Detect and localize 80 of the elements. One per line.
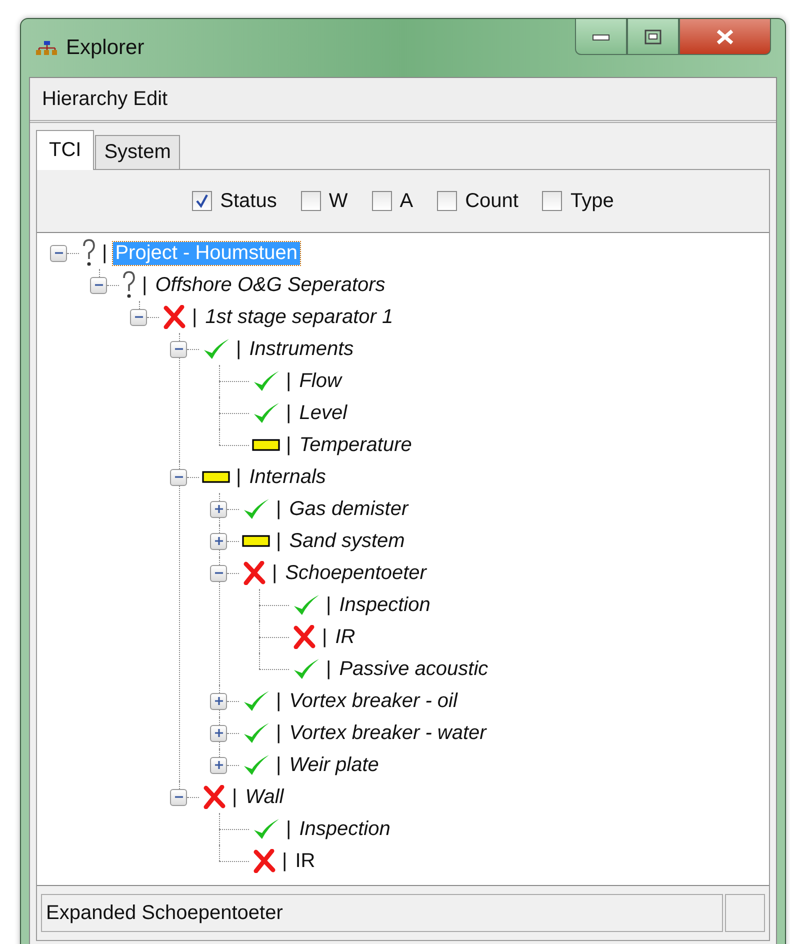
minimize-button[interactable] [575, 19, 627, 55]
separator-text: | [276, 754, 282, 776]
separator-text: | [192, 306, 198, 328]
separator-text: | [236, 338, 242, 360]
separator-text: | [286, 818, 292, 840]
tree-item[interactable]: IR [333, 626, 358, 648]
checkbox[interactable] [542, 191, 562, 211]
checkbox[interactable] [372, 191, 392, 211]
status-panel [725, 894, 765, 932]
tree-item[interactable]: Offshore O&G Seperators [153, 274, 388, 296]
checkbox-label: W [328, 190, 348, 212]
checkbox[interactable] [300, 191, 321, 211]
tree-item[interactable]: Internals [247, 466, 328, 488]
tree-item[interactable]: Inspection [297, 818, 392, 840]
separator-text: | [276, 722, 282, 744]
tree-item[interactable]: Sand system [287, 530, 407, 552]
tree-item[interactable]: Passive acoustic [337, 658, 490, 680]
tree-item[interactable]: Wall [243, 786, 286, 808]
checkbox-label: Count [465, 190, 518, 212]
tree-item[interactable]: Temperature [297, 434, 414, 456]
separator-text: | [322, 626, 328, 648]
close-button[interactable] [679, 19, 771, 55]
expand-toggle[interactable] [210, 500, 227, 518]
maximize-button[interactable] [627, 19, 679, 55]
checkbox-label: A [400, 190, 414, 212]
plus-icon [214, 696, 224, 706]
checkbox[interactable] [192, 191, 212, 211]
collapse-toggle[interactable] [170, 468, 187, 486]
separator-text: | [102, 242, 108, 264]
status-text: Expanded Schoepentoeter [41, 894, 723, 932]
collapse-toggle[interactable] [170, 340, 187, 358]
tree-item[interactable]: Vortex breaker - water [287, 722, 488, 744]
check-icon [195, 194, 210, 208]
collapse-toggle[interactable] [210, 564, 227, 582]
checkbox-label: Type [570, 190, 614, 212]
separator-text: | [276, 530, 282, 552]
plus-icon [214, 728, 224, 738]
collapse-toggle[interactable] [50, 244, 67, 262]
tree-item[interactable]: Inspection [337, 594, 432, 616]
plus-icon [214, 760, 224, 770]
window-title: Explorer [66, 36, 144, 60]
menu-item[interactable]: Hierarchy Edit [42, 88, 168, 110]
expand-toggle[interactable] [210, 756, 227, 774]
tree-item[interactable]: Gas demister [287, 498, 410, 520]
expand-toggle[interactable] [210, 692, 227, 710]
tree-item[interactable]: Weir plate [287, 754, 381, 776]
tree-item[interactable]: Level [297, 402, 350, 424]
plus-icon [214, 536, 224, 546]
plus-icon [214, 504, 224, 514]
collapse-toggle[interactable] [90, 276, 107, 294]
separator-text: | [326, 658, 332, 680]
tree-item[interactable]: IR [293, 850, 318, 872]
tree-item[interactable]: 1st stage separator 1 [203, 306, 396, 328]
separator-text: | [272, 562, 278, 584]
expand-toggle[interactable] [210, 724, 227, 742]
separator-text: | [286, 402, 292, 424]
collapse-toggle[interactable] [170, 788, 187, 806]
tree-item[interactable]: Instruments [247, 338, 356, 360]
separator-text: | [142, 274, 148, 296]
tab[interactable]: TCI [36, 130, 94, 170]
close-icon [715, 28, 735, 44]
separator-text: | [276, 690, 282, 712]
separator-text: | [236, 466, 242, 488]
separator-text: | [286, 370, 292, 392]
checkbox-label: Status [220, 190, 277, 212]
separator-text: | [326, 594, 332, 616]
separator-text: | [276, 498, 282, 520]
separator-text: | [232, 786, 238, 808]
collapse-toggle[interactable] [130, 308, 147, 326]
hierarchy-icon [36, 40, 58, 56]
separator-text: | [286, 434, 292, 456]
tree-item[interactable]: Flow [297, 370, 344, 392]
expand-toggle[interactable] [210, 532, 227, 550]
tree-item[interactable]: Vortex breaker - oil [287, 690, 460, 712]
separator-text: | [282, 850, 288, 872]
tab[interactable]: System [95, 135, 180, 169]
minimize-icon [592, 32, 610, 40]
maximize-icon [644, 28, 662, 44]
checkbox[interactable] [437, 191, 458, 211]
tree-item[interactable]: Schoepentoeter [283, 562, 428, 584]
